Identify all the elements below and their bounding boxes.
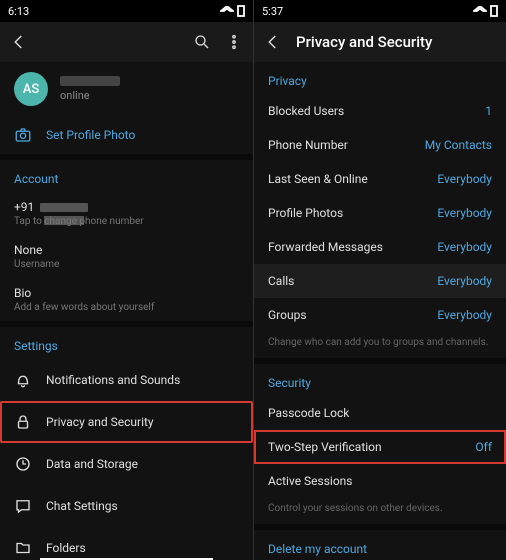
chat-icon (14, 497, 32, 515)
camera-icon (14, 126, 32, 144)
settings-item-notifications[interactable]: Notifications and Sounds (0, 359, 253, 401)
settings-item-chat[interactable]: Chat Settings (0, 485, 253, 527)
status-time: 5:37 (262, 5, 283, 18)
top-bar: Privacy and Security (254, 22, 506, 62)
privacy-header: Privacy (254, 62, 506, 94)
row-groups[interactable]: GroupsEverybody (254, 298, 506, 332)
back-icon[interactable] (264, 33, 282, 51)
row-forwarded[interactable]: Forwarded MessagesEverybody (254, 230, 506, 264)
account-header: Account (0, 160, 253, 192)
row-last-seen[interactable]: Last Seen & OnlineEverybody (254, 162, 506, 196)
row-phone-number[interactable]: Phone NumberMy Contacts (254, 128, 506, 162)
username-row[interactable]: None Username (0, 235, 253, 278)
settings-item-data[interactable]: Data and Storage (0, 443, 253, 485)
profile-name-redacted (60, 76, 120, 86)
row-profile-photos[interactable]: Profile PhotosEverybody (254, 196, 506, 230)
status-bar: 6:13 (0, 0, 253, 22)
avatar[interactable]: AS (14, 72, 48, 106)
privacy-hint: Change who can add you to groups and cha… (254, 332, 506, 358)
settings-header: Settings (0, 327, 253, 359)
folder-icon (14, 539, 32, 557)
delete-header: Delete my account (254, 530, 506, 560)
search-icon[interactable] (193, 33, 211, 51)
row-active-sessions[interactable]: Active Sessions (254, 464, 506, 498)
top-bar (0, 22, 253, 62)
set-photo-label: Set Profile Photo (46, 128, 135, 142)
bio-row[interactable]: Bio Add a few words about yourself (0, 278, 253, 321)
status-icons (473, 5, 498, 17)
security-hint: Control your sessions on other devices. (254, 498, 506, 524)
security-header: Security (254, 364, 506, 396)
profile-status: online (60, 89, 120, 102)
lock-icon (14, 413, 32, 431)
data-icon (14, 455, 32, 473)
more-icon[interactable] (225, 33, 243, 51)
status-bar: 5:37 (254, 0, 506, 22)
row-passcode[interactable]: Passcode Lock (254, 396, 506, 430)
page-title: Privacy and Security (296, 33, 432, 51)
bell-icon (14, 371, 32, 389)
status-icons (220, 5, 245, 17)
settings-item-folders[interactable]: Folders (0, 527, 253, 560)
back-icon[interactable] (10, 33, 28, 51)
settings-screen: 6:13 AS online Set Profile Photo Account… (0, 0, 253, 560)
set-profile-photo[interactable]: Set Profile Photo (0, 116, 253, 154)
phone-row[interactable]: +91 Tap to change phone number (0, 192, 253, 235)
status-time: 6:13 (8, 5, 29, 18)
row-two-step[interactable]: Two-Step VerificationOff (254, 430, 506, 464)
privacy-screen: 5:37 Privacy and Security Privacy Blocke… (253, 0, 506, 560)
settings-item-privacy[interactable]: Privacy and Security (0, 401, 253, 443)
row-blocked-users[interactable]: Blocked Users1 (254, 94, 506, 128)
row-calls[interactable]: CallsEverybody (254, 264, 506, 298)
profile-header: AS online (0, 62, 253, 116)
